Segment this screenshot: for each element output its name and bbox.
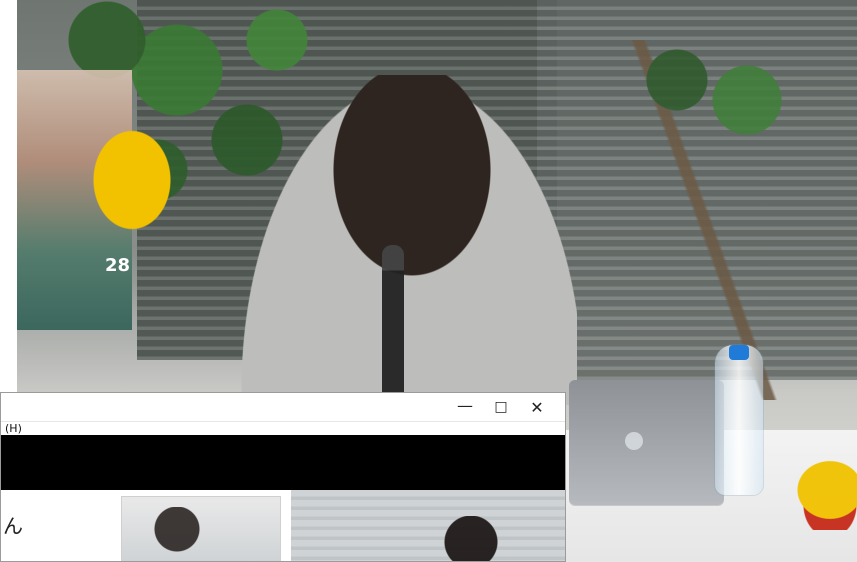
overlay-window[interactable]: — □ ✕ (H) ん [0,392,566,562]
laptop [569,380,724,505]
close-button[interactable]: ✕ [519,395,555,419]
window-controls[interactable]: — □ ✕ [447,395,555,419]
content-right-panel [291,490,565,561]
person [237,75,577,405]
poster-number: 28 [105,255,131,276]
content-thumbnail [121,496,281,561]
plush-toy-right [785,450,857,530]
content-person [431,516,511,561]
video-black-band [1,435,565,490]
window-content: ん [1,490,565,561]
indoor-tree [617,40,807,400]
plush-toy [77,110,187,230]
water-bottle [714,344,764,496]
apple-logo-icon [625,432,643,450]
maximize-button[interactable]: □ [483,395,519,419]
thumbnail-person [142,507,212,561]
content-glyph: ん [3,514,23,538]
window-titlebar[interactable]: — □ ✕ [1,393,565,422]
minimize-button[interactable]: — [447,395,483,419]
microphone [382,245,404,405]
menu-fragment[interactable]: (H) [5,423,22,435]
water-bottle-cap [729,345,749,360]
content-left-panel: ん [1,490,291,561]
